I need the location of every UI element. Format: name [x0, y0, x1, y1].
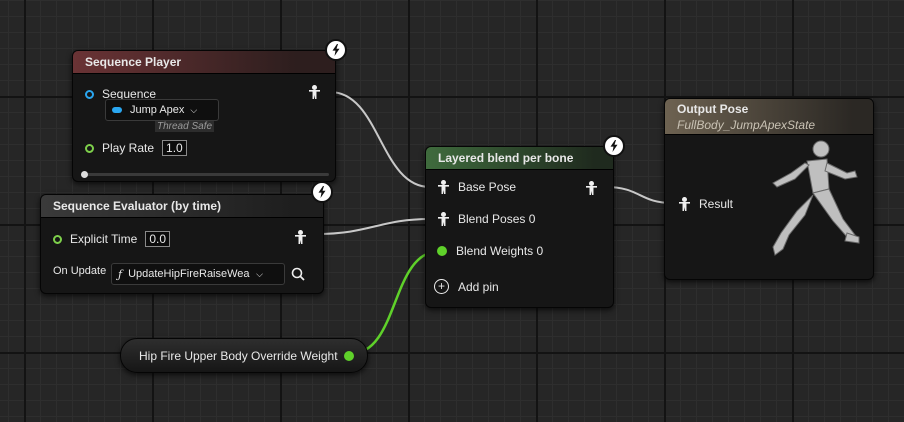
function-icon: ƒ: [118, 267, 123, 281]
weight-variable-label: Hip Fire Upper Body Override Weight: [139, 348, 338, 363]
wire-seqplayer-to-basepose: [329, 91, 431, 188]
fast-path-icon: [325, 39, 347, 61]
sequence-player-title: Sequence Player: [73, 51, 335, 74]
add-pin-label: Add pin: [458, 279, 499, 294]
sequence-value: Jump Apex: [130, 104, 185, 116]
play-rate-input[interactable]: 1.0: [162, 140, 187, 156]
output-pose-pin-icon[interactable]: [295, 230, 306, 244]
add-pin-button[interactable]: + Add pin: [434, 279, 499, 294]
on-update-dropdown[interactable]: ƒ UpdateHipFireRaiseWea ⌵: [111, 263, 285, 285]
explicit-time-pin[interactable]: [53, 234, 62, 244]
wire-seqeval-to-blendposes: [315, 218, 431, 235]
result-label: Result: [699, 197, 734, 211]
explicit-time-input[interactable]: 0.0: [145, 231, 171, 247]
base-pose-label: Base Pose: [458, 180, 517, 194]
chevron-down-icon: ⌵: [256, 268, 263, 279]
fast-path-icon: [311, 181, 333, 203]
sequence-player-node[interactable]: Sequence Player Sequence Jump Apex ⌵ Thr…: [72, 39, 347, 182]
mannequin-icon: [772, 140, 860, 256]
wire-blend-to-result: [605, 186, 673, 204]
play-rate-pin[interactable]: [85, 143, 94, 153]
layered-blend-node[interactable]: Layered blend per bone Base Pose Blend P…: [425, 135, 625, 308]
output-pose-subtitle: FullBody_JumpApexState: [677, 118, 816, 132]
on-update-value: UpdateHipFireRaiseWea: [128, 268, 250, 280]
search-icon[interactable]: [291, 267, 305, 281]
add-circle-icon: +: [434, 279, 449, 294]
thread-safe-label: Thread Safe: [155, 121, 215, 132]
chevron-down-icon: ⌵: [190, 104, 198, 115]
explicit-time-label: Explicit Time: [70, 232, 138, 246]
blend-weights-label: Blend Weights 0: [456, 244, 544, 258]
output-pose-node[interactable]: Output Pose FullBody_JumpApexState Resul…: [664, 98, 874, 280]
sequence-pin[interactable]: [85, 89, 94, 99]
blend-poses-pin-icon[interactable]: [438, 212, 449, 226]
blend-weights-pin[interactable]: [437, 246, 447, 256]
play-rate-label: Play Rate: [102, 141, 155, 155]
advanced-scrollbar[interactable]: [81, 171, 329, 178]
weight-output-pin[interactable]: [343, 350, 354, 361]
output-pose-pin-icon[interactable]: [586, 181, 597, 195]
anim-sequence-icon: [112, 107, 122, 113]
layered-blend-title: Layered blend per bone: [426, 147, 613, 170]
output-pose-pin-icon[interactable]: [309, 85, 320, 99]
sequence-evaluator-node[interactable]: Sequence Evaluator (by time) Explicit Ti…: [40, 181, 333, 294]
base-pose-pin-icon[interactable]: [438, 180, 449, 194]
output-pose-title: Output Pose: [677, 102, 749, 116]
result-pin-icon[interactable]: [679, 197, 690, 211]
fast-path-icon: [603, 135, 625, 157]
blend-poses-label: Blend Poses 0: [458, 212, 536, 226]
sequence-evaluator-title: Sequence Evaluator (by time): [41, 195, 323, 218]
weight-variable-node[interactable]: Hip Fire Upper Body Override Weight: [120, 338, 368, 373]
sequence-dropdown[interactable]: Jump Apex ⌵: [105, 99, 219, 121]
on-update-label: On Update: [53, 265, 107, 277]
